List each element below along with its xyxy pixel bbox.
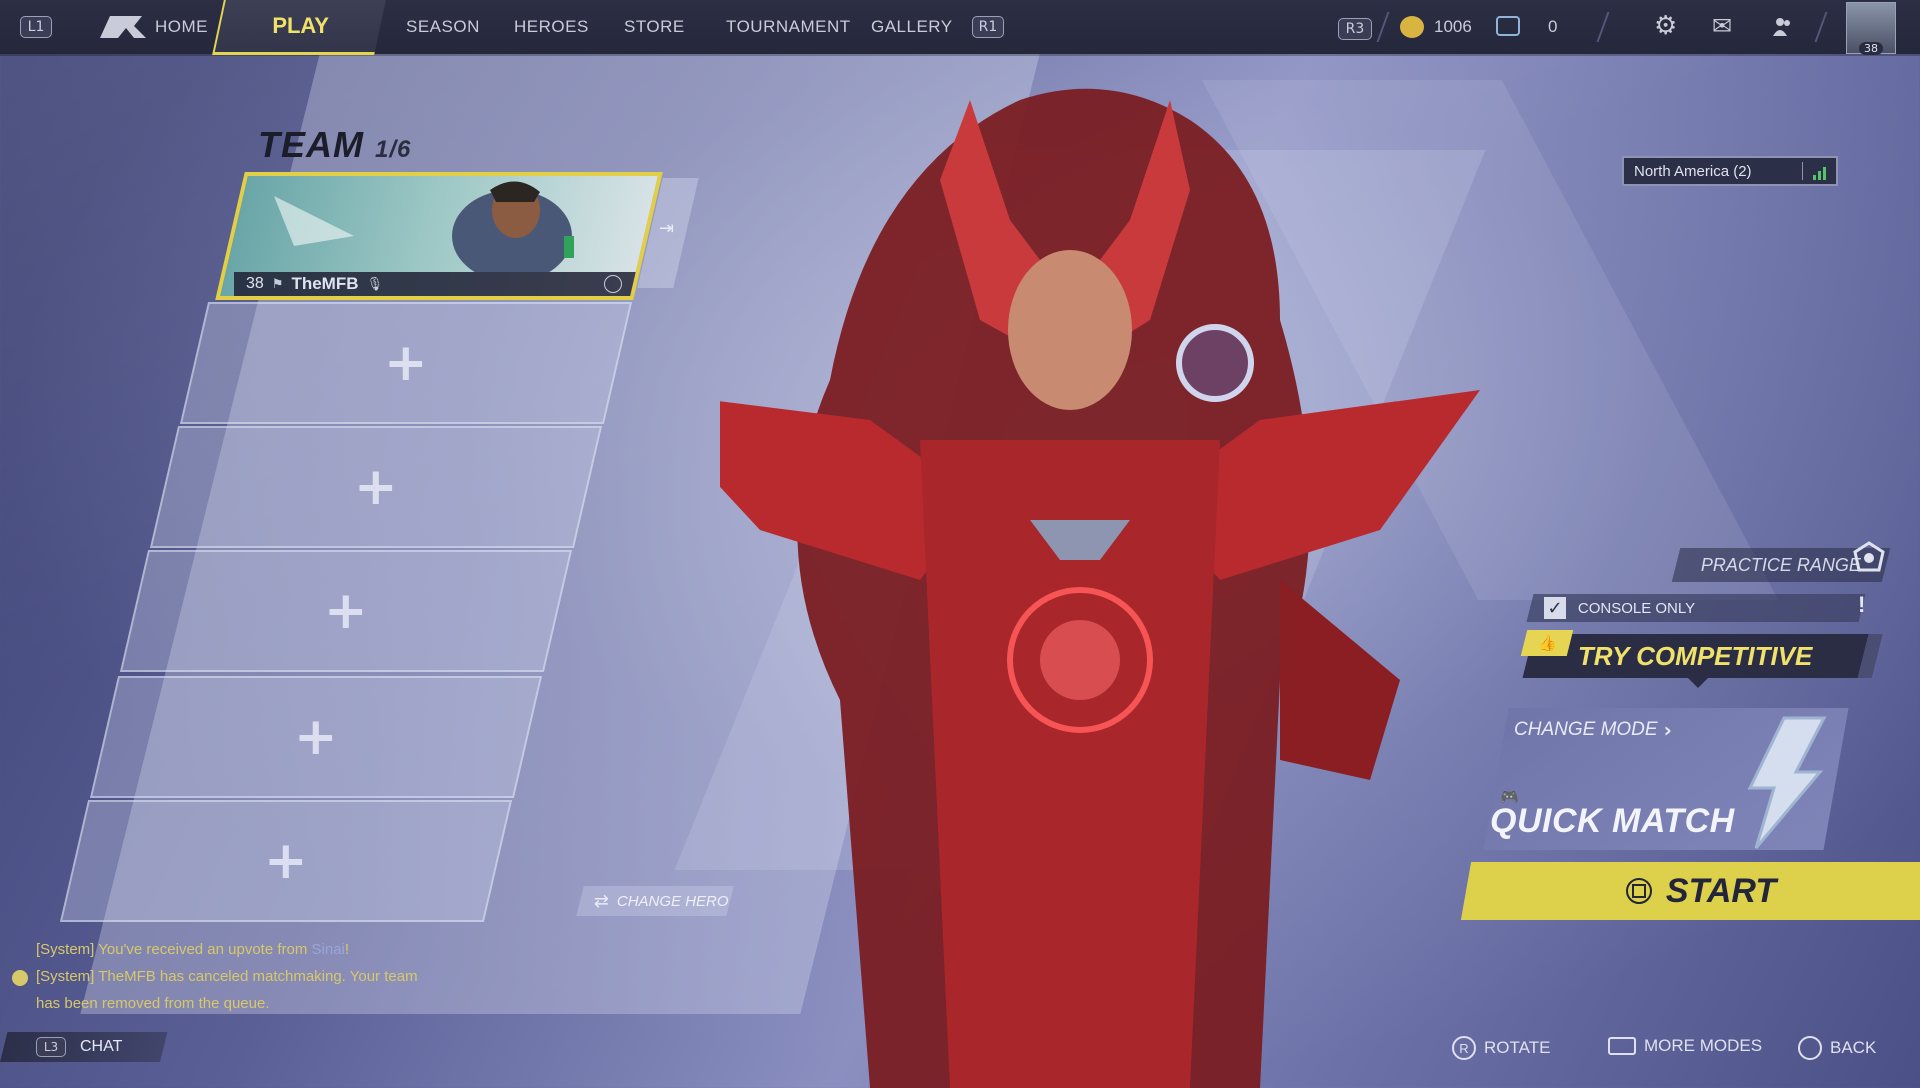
currency-coin-icon bbox=[1400, 16, 1424, 38]
nav-season[interactable]: SEASON bbox=[406, 17, 480, 37]
chat-log: [System] You've received an upvote from … bbox=[36, 936, 516, 1017]
team-title-label: TEAM bbox=[258, 124, 364, 165]
chat-message-text: [System] TheMFB has canceled matchmaking… bbox=[36, 968, 418, 985]
try-competitive-button[interactable]: TRY COMPETITIVE bbox=[1522, 634, 1883, 678]
signal-strength-icon bbox=[1802, 162, 1826, 180]
nav-heroes[interactable]: HEROES bbox=[514, 17, 589, 37]
nav-store[interactable]: STORE bbox=[624, 17, 685, 37]
add-member-icon: + bbox=[264, 831, 308, 891]
change-hero-label: CHANGE HERO bbox=[617, 892, 729, 910]
player-name: TheMFB bbox=[291, 274, 359, 293]
mail-icon[interactable]: ✉ bbox=[1712, 14, 1732, 38]
top-navigation-bar: L1 HOME PLAY SEASON HEROES STORE TOURNAM… bbox=[0, 0, 1920, 55]
right-stick-icon: R bbox=[1452, 1036, 1476, 1060]
change-hero-button[interactable]: ⇄ CHANGE HERO bbox=[576, 886, 734, 916]
team-count: 1/6 bbox=[375, 136, 412, 163]
console-only-checkbox[interactable]: ✓ bbox=[1544, 597, 1566, 619]
practice-range-label: PRACTICE RANGE bbox=[1700, 554, 1862, 575]
touchpad-icon bbox=[1608, 1037, 1636, 1055]
chat-message-text: [System] You've received an upvote from bbox=[36, 941, 312, 958]
team-slot-empty[interactable]: + bbox=[89, 676, 543, 798]
console-only-toggle[interactable]: ✓ CONSOLE ONLY bbox=[1526, 594, 1866, 622]
hero-portrait-icon bbox=[274, 181, 574, 272]
alert-icon[interactable]: ! bbox=[1858, 592, 1865, 618]
team-slot-empty[interactable]: + bbox=[119, 550, 573, 672]
change-mode-button[interactable]: CHANGE MODE › bbox=[1514, 718, 1672, 742]
team-slot-empty[interactable]: + bbox=[179, 302, 633, 424]
try-competitive-label: TRY COMPETITIVE bbox=[1578, 640, 1813, 671]
add-member-icon: + bbox=[294, 707, 338, 767]
player-info-bar: 38 ⚑ TheMFB 🎙 bbox=[234, 272, 644, 296]
add-member-icon: + bbox=[384, 333, 428, 393]
add-member-icon: + bbox=[354, 457, 398, 517]
divider bbox=[1814, 12, 1828, 42]
thumbs-up-icon: 👍 bbox=[1520, 630, 1574, 656]
region-label: North America (2) bbox=[1634, 162, 1752, 180]
chat-message: [System] You've received an upvote from … bbox=[36, 936, 516, 963]
team-slot-empty[interactable]: + bbox=[149, 426, 603, 548]
nav-gallery[interactable]: GALLERY bbox=[871, 17, 953, 37]
rotate-label: ROTATE bbox=[1484, 1038, 1551, 1057]
team-slot-player[interactable]: 38 ⚑ TheMFB 🎙 bbox=[215, 172, 663, 300]
token-value: 0 bbox=[1548, 17, 1558, 36]
start-button[interactable]: START bbox=[1460, 862, 1920, 920]
divider bbox=[1596, 12, 1610, 42]
r3-button-hint[interactable]: R3 bbox=[1338, 18, 1372, 40]
microphone-icon: 🎙 bbox=[366, 276, 384, 291]
change-mode-label: CHANGE MODE bbox=[1514, 719, 1658, 740]
add-member-icon: + bbox=[324, 581, 368, 641]
chat-button[interactable]: L3 CHAT bbox=[36, 1032, 122, 1062]
more-modes-hint[interactable]: MORE MODES bbox=[1608, 1036, 1762, 1056]
cursor-ring-icon bbox=[1176, 324, 1254, 402]
swap-icon: ⇄ bbox=[594, 890, 610, 912]
lightning-bolt-icon bbox=[1747, 716, 1827, 849]
square-button-icon bbox=[1625, 878, 1652, 904]
nav-play-tab[interactable]: PLAY bbox=[212, 0, 386, 55]
more-modes-label: MORE MODES bbox=[1644, 1036, 1763, 1055]
chat-message: has been removed from the queue. bbox=[36, 990, 516, 1017]
platform-icon bbox=[604, 275, 622, 293]
friends-icon[interactable] bbox=[1772, 16, 1792, 36]
divider bbox=[1376, 12, 1390, 42]
l1-button-hint[interactable]: L1 bbox=[20, 16, 52, 38]
chat-message: [System] TheMFB has canceled matchmaking… bbox=[36, 963, 516, 990]
player-avatar[interactable]: 38 bbox=[1846, 2, 1896, 55]
flag-icon: ⚑ bbox=[271, 276, 284, 291]
mode-name: QUICK MATCH bbox=[1490, 802, 1735, 840]
player-level: 38 bbox=[246, 275, 264, 292]
hero-character-art bbox=[720, 88, 1480, 1088]
chat-message-text: ! bbox=[344, 941, 350, 958]
chat-username[interactable]: Sinai bbox=[312, 941, 345, 958]
team-slot-empty[interactable]: + bbox=[59, 800, 513, 922]
console-only-label: CONSOLE ONLY bbox=[1578, 599, 1696, 617]
nav-tournament[interactable]: TOURNAMENT bbox=[726, 17, 851, 37]
rotate-hint[interactable]: R ROTATE bbox=[1452, 1036, 1550, 1060]
avatar-level: 38 bbox=[1859, 42, 1883, 55]
nav-play-label: PLAY bbox=[271, 13, 329, 38]
rivals-logo-icon bbox=[96, 12, 150, 46]
chevron-right-icon: › bbox=[1663, 718, 1672, 742]
token-icon bbox=[1496, 16, 1520, 36]
region-selector[interactable]: North America (2) bbox=[1622, 156, 1838, 186]
exit-icon: ⇥ bbox=[659, 218, 675, 239]
practice-target-icon bbox=[1852, 540, 1886, 574]
l3-button-hint: L3 bbox=[36, 1037, 66, 1057]
back-hint[interactable]: BACK bbox=[1798, 1036, 1876, 1060]
start-label: START bbox=[1665, 871, 1777, 910]
tooltip-pointer bbox=[1688, 678, 1708, 688]
gear-icon[interactable]: ⚙ bbox=[1654, 13, 1677, 39]
chat-message-text: has been removed from the queue. bbox=[36, 995, 270, 1012]
system-notice-icon bbox=[12, 970, 28, 986]
back-label: BACK bbox=[1830, 1038, 1877, 1057]
currency-value: 1006 bbox=[1434, 17, 1472, 36]
chat-label: CHAT bbox=[80, 1038, 123, 1055]
circle-button-icon bbox=[1798, 1036, 1822, 1060]
r1-button-hint[interactable]: R1 bbox=[972, 16, 1004, 38]
team-title: TEAM 1/6 bbox=[258, 124, 411, 166]
nav-home[interactable]: HOME bbox=[155, 17, 208, 37]
